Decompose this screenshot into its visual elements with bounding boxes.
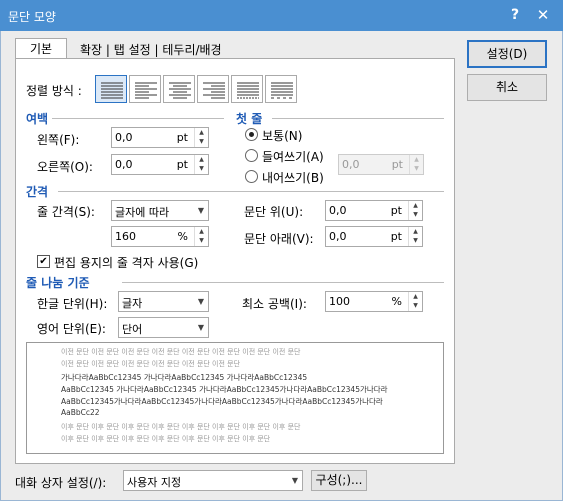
line-spacing-type-select[interactable]: 글자에 따라 ▼	[111, 200, 209, 221]
title-bar: 문단 모양 ? ✕	[0, 0, 563, 31]
chevron-down-icon: ▼	[197, 297, 204, 306]
line-spacing-value-input[interactable]: 160 % ▲ ▼	[111, 226, 209, 247]
first-line-value-input[interactable]: 0,0 pt ▲ ▼	[338, 154, 424, 175]
right-margin-label: 오른쪽(O):	[37, 160, 93, 174]
align-distribute-button[interactable]	[231, 75, 263, 103]
left-margin-label: 왼쪽(F):	[37, 133, 80, 147]
align-center-icon	[169, 82, 191, 99]
dialog-settings-label: 대화 상자 설정(/):	[15, 476, 107, 490]
korean-unit-label: 한글 단위(H):	[37, 297, 108, 311]
right-margin-spinner[interactable]: ▲ ▼	[194, 155, 208, 174]
tab-others[interactable]: 확장 | 탭 설정 | 테두리/배경	[80, 41, 222, 58]
english-unit-label: 영어 단위(E):	[37, 322, 106, 336]
line-break-section-title: 줄 나눔 기준	[26, 276, 90, 290]
min-space-spinner[interactable]: ▲ ▼	[408, 292, 422, 311]
window-title: 문단 모양	[8, 10, 56, 24]
align-left-button[interactable]	[129, 75, 161, 103]
first-line-spinner[interactable]: ▲ ▼	[409, 155, 423, 174]
first-line-indent-radio[interactable]	[245, 149, 258, 162]
align-center-button[interactable]	[163, 75, 195, 103]
first-line-normal-radio[interactable]	[245, 128, 258, 141]
align-justify-button[interactable]	[95, 75, 127, 103]
alignment-label: 정렬 방식 :	[26, 84, 82, 98]
chevron-down-icon: ▼	[291, 476, 298, 485]
first-line-divider	[272, 118, 444, 119]
close-button[interactable]: ✕	[533, 5, 553, 25]
left-margin-input[interactable]: 0,0 pt ▲ ▼	[111, 127, 209, 148]
preview-line: AaBbCc22	[61, 408, 100, 417]
space-below-input[interactable]: 0,0 pt ▲ ▼	[325, 226, 423, 247]
grid-checkbox[interactable]: ✔	[37, 255, 50, 268]
first-line-section-title: 첫 줄	[236, 112, 263, 126]
align-divide-icon	[271, 82, 293, 99]
align-divide-button[interactable]	[265, 75, 297, 103]
align-distribute-icon	[237, 82, 259, 99]
spacing-section-title: 간격	[26, 185, 49, 199]
first-line-indent-label[interactable]: 들여쓰기(A)	[262, 148, 324, 165]
left-margin-spinner[interactable]: ▲ ▼	[194, 128, 208, 147]
chevron-down-icon: ▼	[197, 323, 204, 332]
line-break-divider	[122, 282, 444, 283]
space-below-spinner[interactable]: ▲ ▼	[408, 227, 422, 246]
space-above-label: 문단 위(U):	[244, 205, 304, 219]
align-right-icon	[203, 82, 225, 99]
cancel-button[interactable]: 취소	[467, 74, 547, 101]
first-line-normal-label[interactable]: 보통(N)	[262, 127, 302, 144]
space-above-spinner[interactable]: ▲ ▼	[408, 201, 422, 220]
line-spacing-label: 줄 간격(S):	[37, 205, 95, 219]
line-spacing-spinner[interactable]: ▲ ▼	[194, 227, 208, 246]
right-margin-input[interactable]: 0,0 pt ▲ ▼	[111, 154, 209, 175]
first-line-outdent-radio[interactable]	[245, 170, 258, 183]
preview-line: 이후 문단 이후 문단 이후 문단 이후 문단 이후 문단 이후 문단 이후 문…	[61, 423, 301, 431]
preview-line: AaBbCc12345 가나다라AaBbCc12345 가나다라AaBbCc12…	[61, 385, 388, 394]
config-button[interactable]: 구성(;)...	[311, 470, 367, 491]
first-line-outdent-label[interactable]: 내어쓰기(B)	[262, 169, 324, 186]
chevron-down-icon: ▼	[197, 206, 204, 215]
help-button[interactable]: ?	[505, 5, 525, 25]
margin-divider	[52, 118, 224, 119]
margin-section-title: 여백	[26, 112, 49, 126]
align-right-button[interactable]	[197, 75, 229, 103]
english-unit-select[interactable]: 단어 ▼	[118, 317, 209, 338]
space-below-label: 문단 아래(V):	[244, 232, 314, 246]
min-space-label: 최소 공백(I):	[242, 297, 307, 311]
dialog-settings-select[interactable]: 사용자 지정 ▼	[123, 470, 303, 491]
align-left-icon	[135, 82, 157, 99]
spacing-divider	[58, 191, 444, 192]
ok-button[interactable]: 설정(D)	[467, 40, 547, 68]
preview-line: 이전 문단 이전 문단 이전 문단 이전 문단 이전 문단 이전 문단	[61, 360, 241, 368]
korean-unit-select[interactable]: 글자 ▼	[118, 291, 209, 312]
paragraph-preview: 이전 문단 이전 문단 이전 문단 이전 문단 이전 문단 이전 문단 이전 문…	[26, 342, 444, 454]
grid-checkbox-label[interactable]: 편집 용지의 줄 격자 사용(G)	[54, 254, 198, 271]
preview-line: 가나다라AaBbCc12345 가나다라AaBbCc12345 가나다라AaBb…	[61, 373, 308, 382]
align-justify-icon	[101, 82, 123, 99]
preview-line: 이전 문단 이전 문단 이전 문단 이전 문단 이전 문단 이전 문단 이전 문…	[61, 348, 301, 356]
tab-basic[interactable]: 기본	[15, 38, 67, 59]
min-space-input[interactable]: 100 % ▲ ▼	[325, 291, 423, 312]
preview-line: 이후 문단 이후 문단 이후 문단 이후 문단 이후 문단 이후 문단 이후 문…	[61, 435, 271, 443]
space-above-input[interactable]: 0,0 pt ▲ ▼	[325, 200, 423, 221]
preview-line: AaBbCc12345가나다라AaBbCc12345가나다라AaBbCc1234…	[61, 397, 383, 406]
